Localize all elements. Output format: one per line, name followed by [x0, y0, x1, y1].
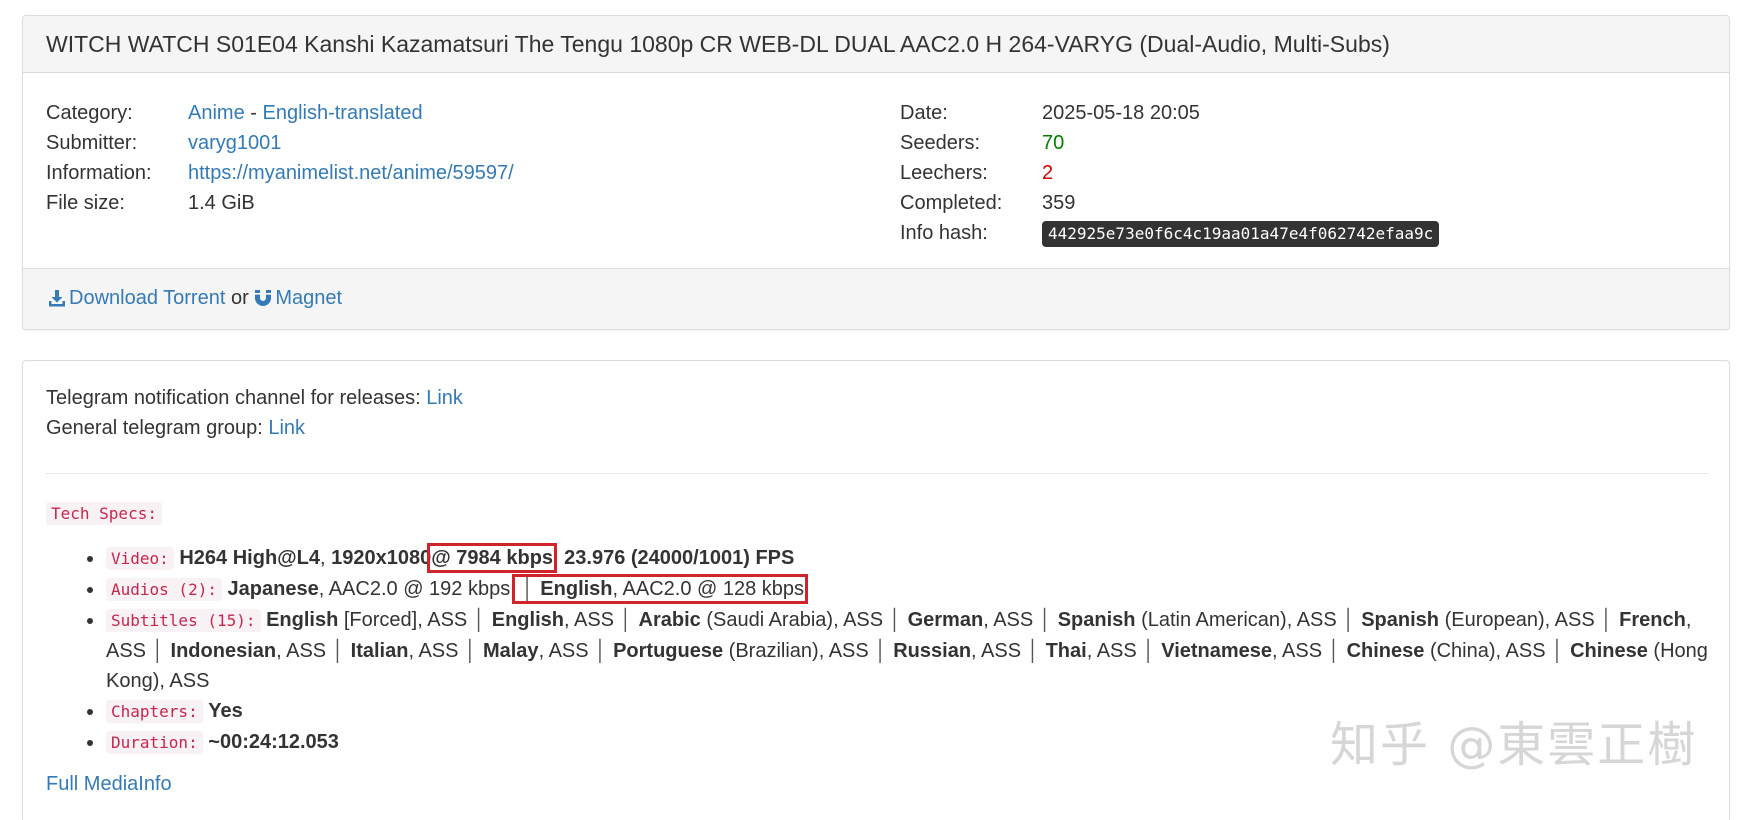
- subtitle-item: German, ASS: [907, 609, 1034, 631]
- video-spec: Video: H264 High@L4, 1920x1080@ 7984 kbp…: [87, 543, 1716, 574]
- subtitle-separator: │: [1027, 640, 1040, 662]
- subtitle-item: Malay, ASS: [482, 640, 589, 662]
- info-values-right: 2025-05-18 20:05 70 2 359 442925e73e0f6c…: [1042, 98, 1440, 248]
- subtitle-separator: │: [889, 609, 902, 631]
- subtitle-item: Spanish (European), ASS: [1361, 609, 1595, 631]
- subtitle-item: Russian, ASS: [893, 640, 1022, 662]
- subtitle-separator: │: [1551, 640, 1565, 662]
- subtitle-item: Thai, ASS: [1045, 640, 1137, 662]
- subtitles-spec: Subtitles (15): English [Forced], ASS │ En…: [87, 605, 1716, 696]
- torrent-title: WITCH WATCH S01E04 Kanshi Kazamatsuri Th…: [23, 16, 1729, 73]
- magnet-label: Magnet: [275, 287, 343, 309]
- download-torrent-link[interactable]: Download Torrent: [48, 287, 231, 309]
- subtitles-label: Subtitles (15):: [106, 609, 261, 632]
- subtitle-separator: │: [594, 640, 608, 662]
- download-torrent-label: Download Torrent: [69, 287, 226, 309]
- telegram-group-link[interactable]: Link: [268, 417, 305, 439]
- info-hash-label: Info hash:: [900, 222, 988, 244]
- category-separator: -: [244, 102, 263, 124]
- subtitle-item: Arabic (Saudi Arabia), ASS: [638, 609, 884, 631]
- download-bar: Download Torrent or Magnet: [23, 268, 1729, 329]
- download-icon: [48, 289, 66, 313]
- information-label: Information:: [46, 162, 152, 184]
- subtitle-separator: │: [1600, 609, 1614, 631]
- telegram-channel-line: Telegram notification channel for releas…: [46, 387, 463, 409]
- or-text: or: [230, 287, 249, 309]
- subtitle-separator: │: [1342, 609, 1356, 631]
- category-main-link[interactable]: Anime: [188, 102, 245, 124]
- telegram-group-line: General telegram group: Link: [46, 417, 306, 439]
- magnet-link[interactable]: Magnet: [254, 287, 342, 309]
- subtitle-separator: │: [473, 609, 486, 631]
- category-label: Category:: [46, 102, 133, 124]
- subtitle-item: Portuguese (Brazilian), ASS: [613, 640, 869, 662]
- telegram-links: Telegram notification channel for releas…: [46, 383, 1706, 443]
- subtitle-item: Vietnamese, ASS: [1161, 640, 1323, 662]
- watermark: 知乎 @東雲正樹: [1330, 717, 1698, 773]
- tech-specs-label: Tech Specs:: [46, 502, 162, 525]
- telegram-channel-link[interactable]: Link: [426, 387, 463, 409]
- subtitle-separator: │: [1142, 640, 1156, 662]
- category-value: Anime - English-translated: [188, 98, 514, 128]
- subtitle-separator: │: [332, 640, 345, 662]
- magnet-icon: [254, 289, 272, 313]
- leechers-value: 2: [1042, 162, 1054, 184]
- subtitle-item: Chinese (China), ASS: [1346, 640, 1546, 662]
- chapters-label: Chapters:: [106, 700, 203, 723]
- subtitle-separator: │: [152, 640, 165, 662]
- subtitle-separator: │: [620, 609, 633, 631]
- full-mediainfo-link[interactable]: Full MediaInfo: [46, 773, 172, 796]
- subtitle-separator: │: [464, 640, 477, 662]
- file-size-label: File size:: [46, 192, 125, 214]
- video-label: Video:: [106, 547, 174, 570]
- subtitle-separator: │: [1039, 609, 1052, 631]
- date-label: Date:: [900, 102, 948, 124]
- torrent-info-panel: WITCH WATCH S01E04 Kanshi Kazamatsuri Th…: [22, 15, 1730, 330]
- duration-label: Duration:: [106, 731, 203, 754]
- seeders-value: 70: [1042, 132, 1065, 154]
- category-sub-link[interactable]: English-translated: [262, 102, 422, 124]
- completed-value: 359: [1042, 192, 1076, 214]
- english-audio-highlight: │ English, AAC2.0 @ 128 kbps: [511, 574, 809, 604]
- completed-label: Completed:: [900, 192, 1003, 214]
- audios-label: Audios (2):: [106, 578, 222, 601]
- info-values-left: Anime - English-translated varyg1001 htt…: [188, 98, 514, 218]
- duration-value: ~00:24:12.053: [208, 731, 339, 753]
- file-size-value: 1.4 GiB: [188, 192, 255, 214]
- subtitle-item: Spanish (Latin American), ASS: [1057, 609, 1337, 631]
- information-link[interactable]: https://myanimelist.net/anime/59597/: [188, 162, 514, 184]
- chapters-value: Yes: [208, 700, 243, 722]
- submitter-link[interactable]: varyg1001: [188, 132, 281, 154]
- seeders-label: Seeders:: [900, 132, 981, 154]
- submitter-label: Submitter:: [46, 132, 138, 154]
- subtitle-separator: │: [1328, 640, 1341, 662]
- info-labels-left: Category: Submitter: Information: File s…: [46, 98, 152, 218]
- subtitle-item: English, ASS: [491, 609, 615, 631]
- divider: [46, 473, 1708, 474]
- info-hash-value[interactable]: 442925e73e0f6c4c19aa01a47e4f062742efaa9c: [1042, 220, 1440, 247]
- date-value: 2025-05-18 20:05: [1042, 102, 1200, 124]
- subtitles-list: English [Forced], ASS │ English, ASS │ Arabi…: [106, 609, 1708, 692]
- subtitle-item: Indonesian, ASS: [170, 640, 327, 662]
- audio-spec: Audios (2): Japanese, AAC2.0 @ 192 kbps …: [87, 574, 1716, 605]
- subtitle-item: Italian, ASS: [350, 640, 459, 662]
- subtitle-separator: │: [874, 640, 888, 662]
- video-bitrate-highlight: @ 7984 kbps: [427, 543, 558, 573]
- info-labels-right: Date: Seeders: Leechers: Completed: Info…: [900, 98, 1002, 248]
- leechers-label: Leechers:: [900, 162, 988, 184]
- subtitle-item: English [Forced], ASS: [266, 609, 468, 631]
